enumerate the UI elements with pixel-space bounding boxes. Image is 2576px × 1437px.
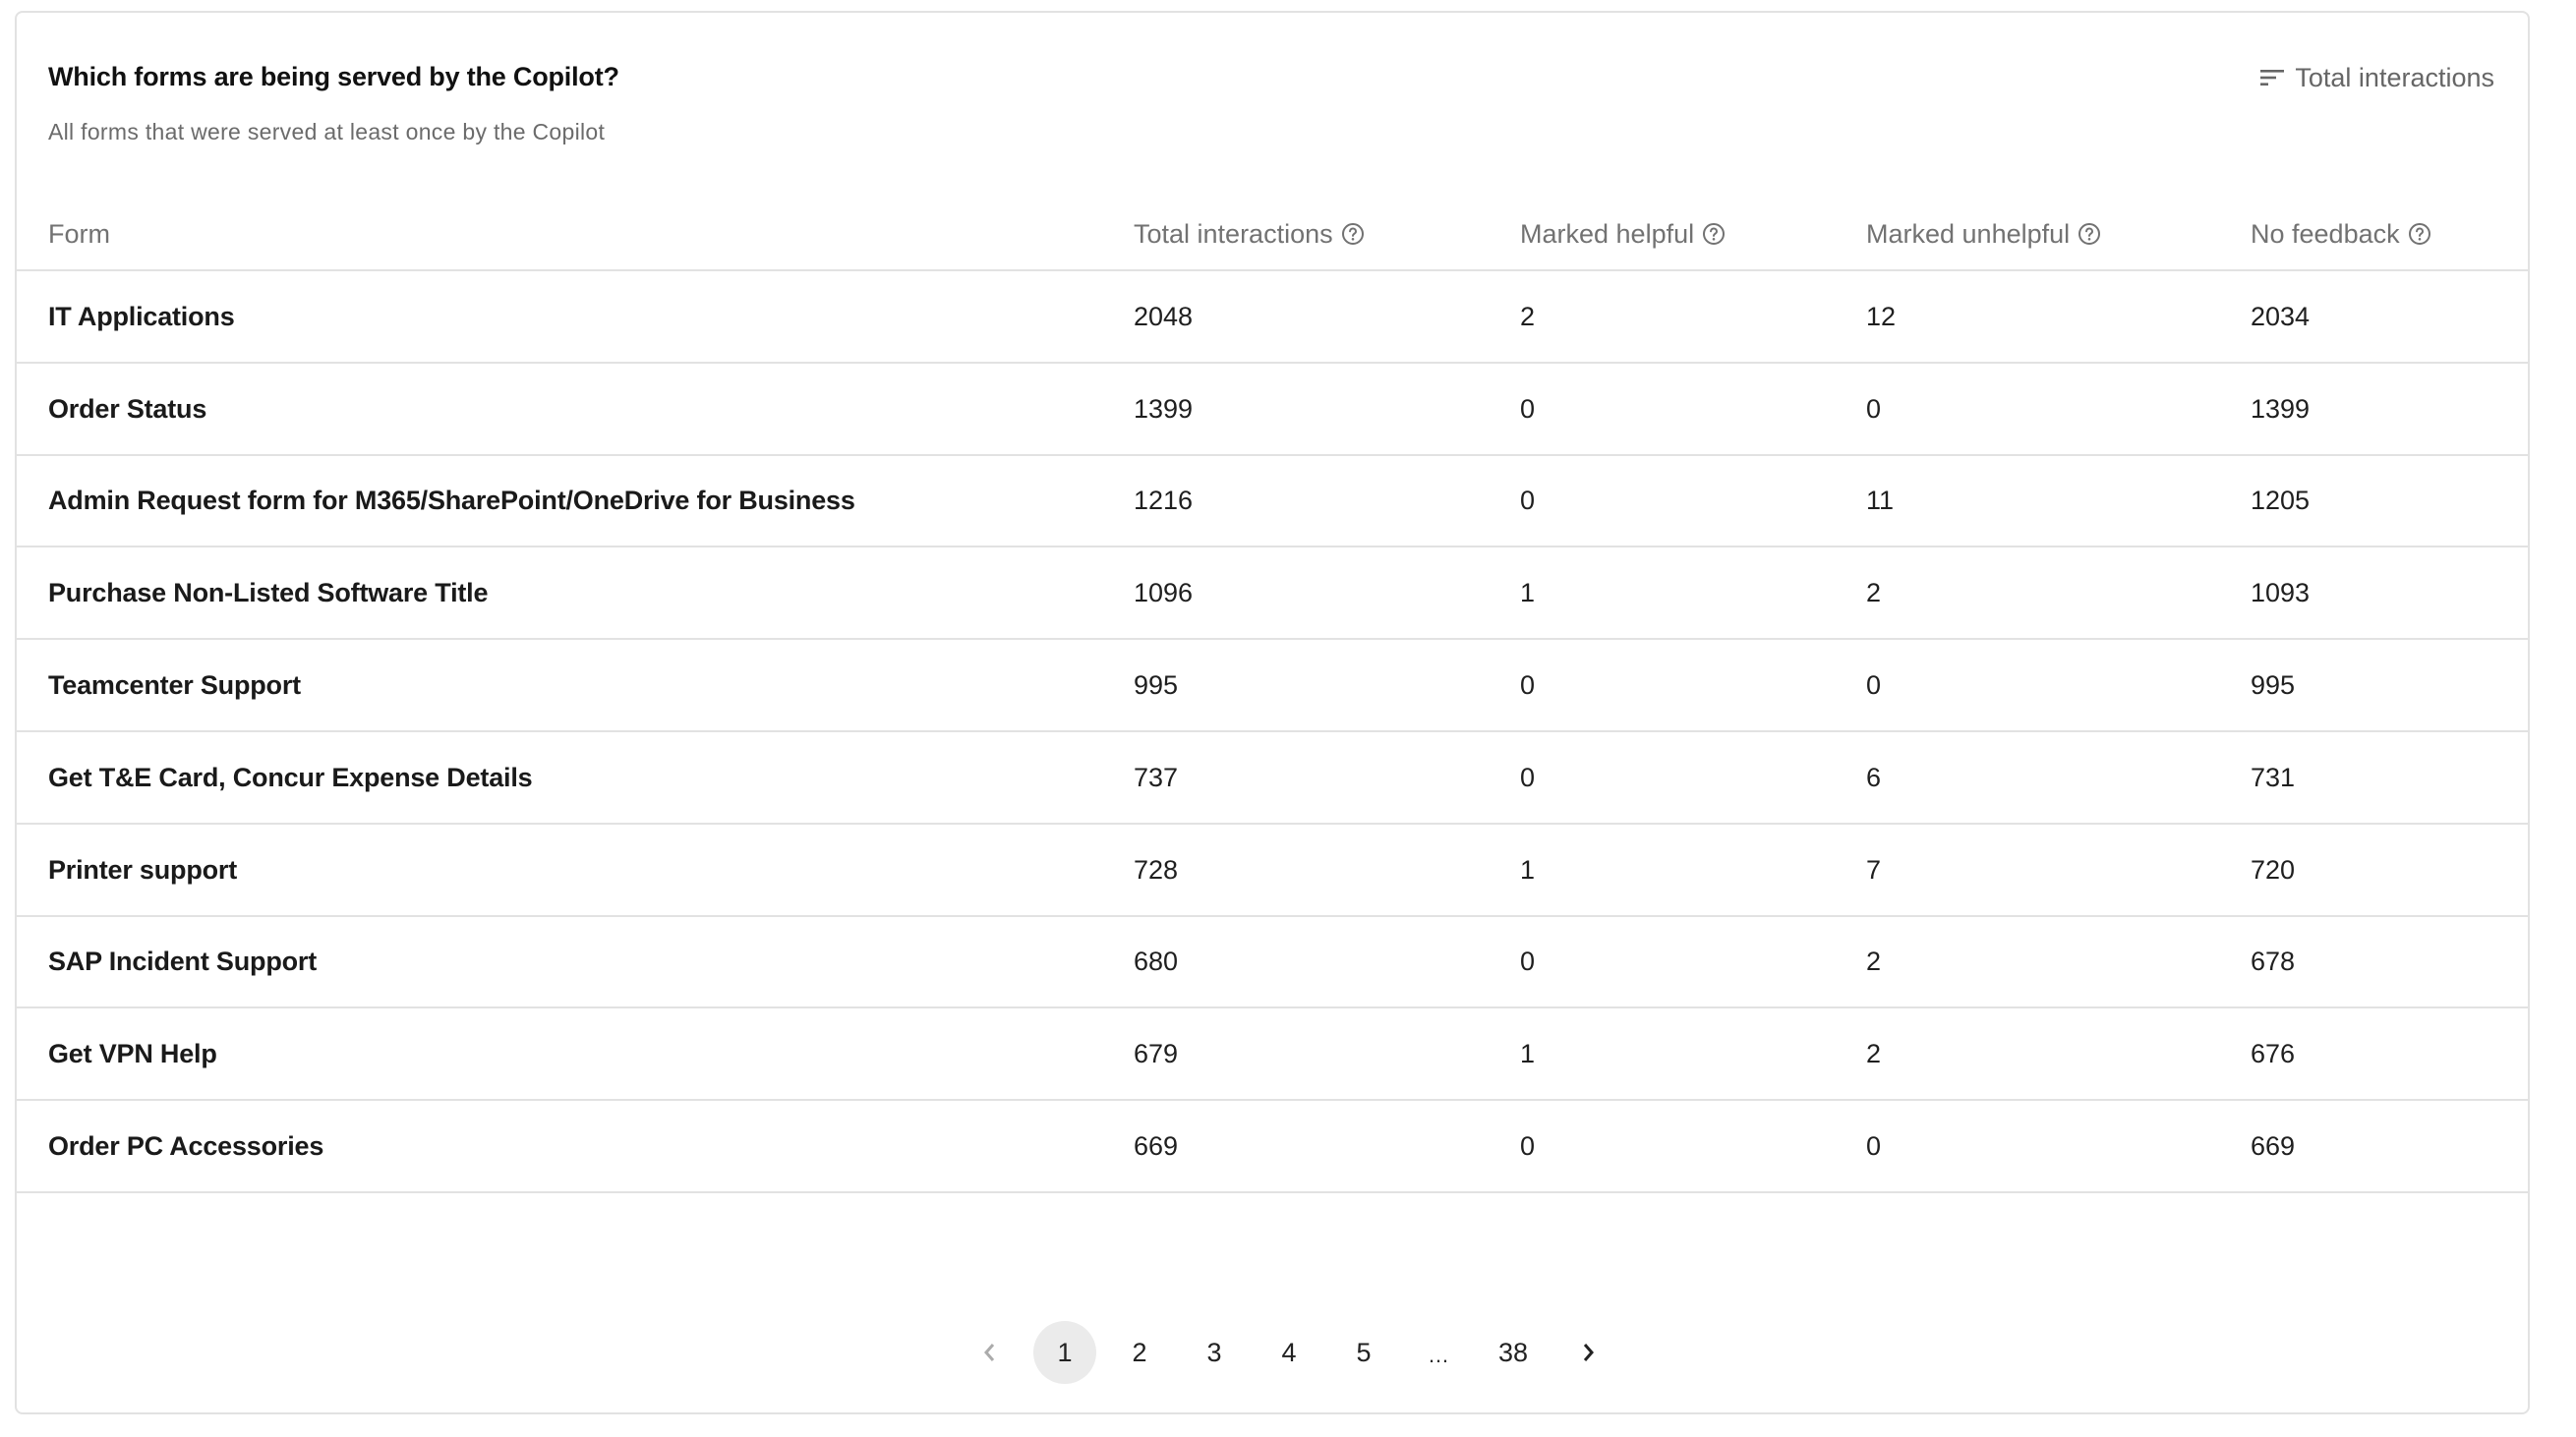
marked-helpful-cell: 0 — [1520, 762, 1536, 792]
column-header-label: Form — [48, 219, 110, 249]
page-button-2[interactable]: 2 — [1108, 1321, 1171, 1384]
chevron-right-icon — [1583, 1344, 1594, 1361]
column-header-marked-unhelpful[interactable]: Marked unhelpful — [1866, 218, 2101, 250]
no-feedback-cell: 676 — [2251, 1039, 2296, 1069]
page-button-3[interactable]: 3 — [1183, 1321, 1246, 1384]
card-title: Which forms are being served by the Copi… — [48, 62, 619, 91]
sort-button[interactable]: Total interactions — [2259, 62, 2494, 93]
page-button-38[interactable]: 38 — [1482, 1321, 1545, 1384]
total-interactions-cell: 728 — [1134, 854, 1179, 885]
card-subtitle: All forms that were served at least once… — [48, 119, 606, 144]
total-interactions-cell: 1399 — [1134, 393, 1194, 424]
no-feedback-cell: 678 — [2251, 947, 2296, 977]
marked-unhelpful-cell: 6 — [1866, 762, 1882, 792]
table-row[interactable]: Printer support 728 1 7 720 — [17, 825, 2528, 917]
form-name-cell: Printer support — [48, 854, 238, 885]
forms-table: Form Total interactions Marked helpful Mark… — [17, 195, 2528, 1193]
total-interactions-cell: 669 — [1134, 1131, 1179, 1162]
help-icon[interactable] — [2078, 222, 2101, 246]
marked-unhelpful-cell: 0 — [1866, 1131, 1882, 1162]
marked-helpful-cell: 0 — [1520, 393, 1536, 424]
total-interactions-cell: 2048 — [1134, 301, 1194, 331]
no-feedback-cell: 1093 — [2251, 578, 2311, 608]
pagination: 1 2 3 4 5 … 38 — [17, 1321, 2528, 1384]
column-header-marked-helpful[interactable]: Marked helpful — [1520, 218, 1726, 250]
pagination-ellipsis: … — [1428, 1343, 1449, 1367]
form-name-cell: Get VPN Help — [48, 1039, 217, 1069]
marked-helpful-cell: 1 — [1520, 1039, 1536, 1069]
table-body: IT Applications 2048 2 12 2034 Order Status 13… — [17, 271, 2528, 1193]
total-interactions-cell: 1216 — [1134, 486, 1194, 516]
column-header-label: Marked unhelpful — [1866, 219, 2071, 249]
marked-helpful-cell: 1 — [1520, 578, 1536, 608]
no-feedback-cell: 2034 — [2251, 301, 2311, 331]
marked-unhelpful-cell: 2 — [1866, 578, 1882, 608]
table-row[interactable]: Get VPN Help 679 1 2 676 — [17, 1008, 2528, 1102]
form-name-cell: Get T&E Card, Concur Expense Details — [48, 762, 533, 792]
page-button-5[interactable]: 5 — [1332, 1321, 1395, 1384]
column-header-no-feedback[interactable]: No feedback — [2251, 218, 2431, 250]
table-row[interactable]: Purchase Non-Listed Software Title 1096 1 2… — [17, 547, 2528, 641]
table-row[interactable]: SAP Incident Support 680 0 2 678 — [17, 917, 2528, 1009]
page-button-4[interactable]: 4 — [1258, 1321, 1320, 1384]
help-icon[interactable] — [1702, 222, 1726, 246]
table-row[interactable]: Get T&E Card, Concur Expense Details 737 0… — [17, 732, 2528, 825]
form-name-cell: Admin Request form for M365/SharePoint/O… — [48, 486, 855, 516]
marked-helpful-cell: 1 — [1520, 854, 1536, 885]
no-feedback-cell: 995 — [2251, 670, 2296, 701]
no-feedback-cell: 720 — [2251, 854, 2296, 885]
marked-helpful-cell: 0 — [1520, 1131, 1536, 1162]
help-icon[interactable] — [2408, 222, 2431, 246]
marked-helpful-cell: 2 — [1520, 301, 1536, 331]
marked-helpful-cell: 0 — [1520, 947, 1536, 977]
column-header-total-interactions[interactable]: Total interactions — [1134, 218, 1365, 250]
form-name-cell: IT Applications — [48, 301, 235, 331]
chevron-left-icon — [984, 1344, 995, 1361]
form-name-cell: Purchase Non-Listed Software Title — [48, 578, 489, 608]
table-row[interactable]: Admin Request form for M365/SharePoint/O… — [17, 456, 2528, 548]
no-feedback-cell: 1205 — [2251, 486, 2311, 516]
marked-unhelpful-cell: 7 — [1866, 854, 1882, 885]
total-interactions-cell: 680 — [1134, 947, 1179, 977]
no-feedback-cell: 669 — [2251, 1131, 2296, 1162]
column-header-form[interactable]: Form — [48, 218, 110, 250]
page-button-1[interactable]: 1 — [1033, 1321, 1096, 1384]
no-feedback-cell: 1399 — [2251, 393, 2311, 424]
form-name-cell: Teamcenter Support — [48, 670, 301, 701]
table-header: Form Total interactions Marked helpful Mark… — [17, 195, 2528, 271]
marked-helpful-cell: 0 — [1520, 670, 1536, 701]
marked-unhelpful-cell: 0 — [1866, 670, 1882, 701]
marked-unhelpful-cell: 2 — [1866, 1039, 1882, 1069]
forms-card: Which forms are being served by the Copi… — [15, 11, 2530, 1414]
previous-page-button[interactable] — [959, 1321, 1022, 1384]
table-row[interactable]: Order Status 1399 0 0 1399 — [17, 364, 2528, 456]
column-header-label: Total interactions — [1134, 219, 1333, 249]
total-interactions-cell: 737 — [1134, 762, 1179, 792]
form-name-cell: Order Status — [48, 393, 207, 424]
total-interactions-cell: 1096 — [1134, 578, 1194, 608]
form-name-cell: Order PC Accessories — [48, 1131, 324, 1162]
total-interactions-cell: 679 — [1134, 1039, 1179, 1069]
form-name-cell: SAP Incident Support — [48, 947, 318, 977]
next-page-button[interactable] — [1556, 1321, 1619, 1384]
marked-unhelpful-cell: 12 — [1866, 301, 1897, 331]
sort-label: Total interactions — [2295, 63, 2494, 92]
no-feedback-cell: 731 — [2251, 762, 2296, 792]
table-row[interactable]: Order PC Accessories 669 0 0 669 — [17, 1101, 2528, 1193]
table-row[interactable]: Teamcenter Support 995 0 0 995 — [17, 640, 2528, 732]
column-header-label: Marked helpful — [1520, 219, 1695, 249]
help-icon[interactable] — [1341, 222, 1365, 246]
marked-unhelpful-cell: 2 — [1866, 947, 1882, 977]
table-row[interactable]: IT Applications 2048 2 12 2034 — [17, 271, 2528, 364]
column-header-label: No feedback — [2251, 219, 2400, 249]
total-interactions-cell: 995 — [1134, 670, 1179, 701]
sort-icon — [2260, 70, 2285, 86]
marked-unhelpful-cell: 11 — [1866, 486, 1895, 516]
marked-unhelpful-cell: 0 — [1866, 393, 1882, 424]
marked-helpful-cell: 0 — [1520, 486, 1536, 516]
